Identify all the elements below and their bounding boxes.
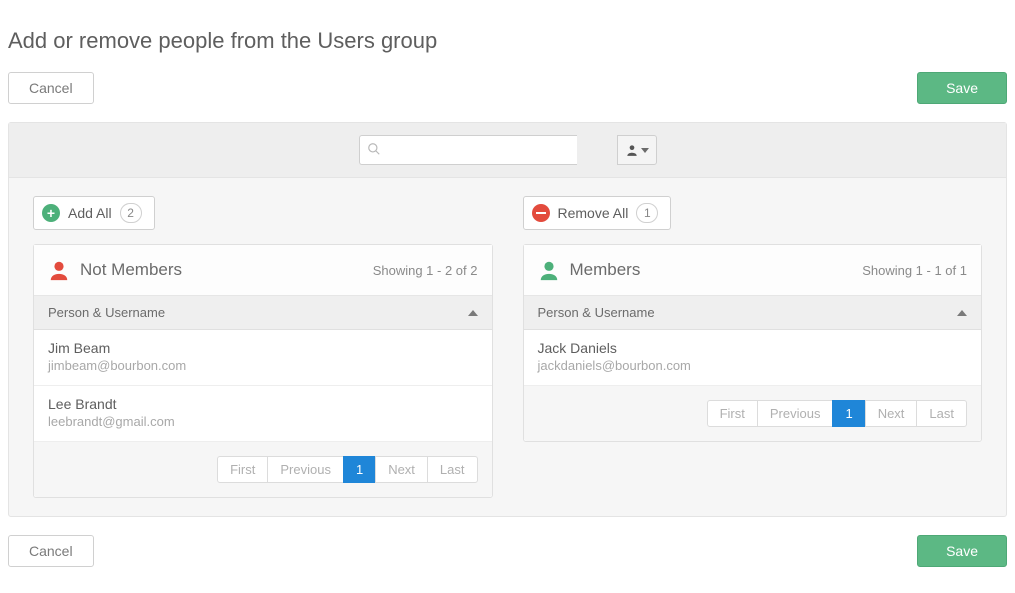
members-rows: Jack Daniels jackdaniels@bourbon.com [524,330,982,385]
search-bar [9,123,1006,178]
members-pager: First Previous 1 Next Last [524,385,982,441]
save-button[interactable]: Save [917,535,1007,567]
page-title: Add or remove people from the Users grou… [8,28,1007,54]
list-item[interactable]: Jim Beam jimbeam@bourbon.com [34,330,492,386]
person-name: Lee Brandt [48,396,478,412]
not-members-rows: Jim Beam jimbeam@bourbon.com Lee Brandt lee… [34,330,492,441]
add-all-count: 2 [120,203,142,223]
list-item[interactable]: Lee Brandt leebrandt@gmail.com [34,386,492,441]
person-name: Jack Daniels [538,340,968,356]
pager-last[interactable]: Last [916,400,967,427]
remove-all-label: Remove All [558,205,629,221]
top-button-row: Cancel Save [8,72,1007,104]
list-item[interactable]: Jack Daniels jackdaniels@bourbon.com [524,330,982,385]
person-email: jackdaniels@bourbon.com [538,358,968,373]
remove-all-button[interactable]: Remove All 1 [523,196,672,230]
not-members-status: Showing 1 - 2 of 2 [373,263,478,278]
person-name: Jim Beam [48,340,478,356]
column-header-label: Person & Username [538,305,655,320]
save-button[interactable]: Save [917,72,1007,104]
not-members-header: Not Members Showing 1 - 2 of 2 [34,245,492,296]
not-members-column: + Add All 2 Not Members Showing 1 - 2 of… [33,196,493,498]
remove-all-count: 1 [636,203,658,223]
pager-page-1[interactable]: 1 [343,456,376,483]
not-members-pager: First Previous 1 Next Last [34,441,492,497]
members-column-header[interactable]: Person & Username [524,296,982,330]
bottom-button-row: Cancel Save [8,535,1007,567]
pager-first[interactable]: First [707,400,758,427]
plus-circle-icon: + [42,204,60,222]
pager-previous[interactable]: Previous [757,400,834,427]
pager-previous[interactable]: Previous [267,456,344,483]
add-all-label: Add All [68,205,112,221]
pager-next[interactable]: Next [865,400,918,427]
person-email: jimbeam@bourbon.com [48,358,478,373]
search-input[interactable] [359,135,577,165]
pager-next[interactable]: Next [375,456,428,483]
person-red-icon [48,259,70,281]
minus-circle-icon [532,204,550,222]
pager-last[interactable]: Last [427,456,478,483]
person-icon [625,143,639,157]
cancel-button[interactable]: Cancel [8,72,94,104]
cancel-button[interactable]: Cancel [8,535,94,567]
chevron-down-icon [641,148,649,153]
search-filter-dropdown[interactable] [617,135,657,165]
sort-asc-icon [957,310,967,316]
person-green-icon [538,259,560,281]
members-column: Remove All 1 Members Showing 1 - 1 of 1 [523,196,983,498]
column-header-label: Person & Username [48,305,165,320]
pager-page-1[interactable]: 1 [832,400,865,427]
members-title: Members [570,260,641,280]
not-members-panel: Not Members Showing 1 - 2 of 2 Person & … [33,244,493,498]
columns: + Add All 2 Not Members Showing 1 - 2 of… [9,178,1006,498]
add-all-button[interactable]: + Add All 2 [33,196,155,230]
search-wrap [359,135,657,165]
sort-asc-icon [468,310,478,316]
main-panel: + Add All 2 Not Members Showing 1 - 2 of… [8,122,1007,517]
members-header: Members Showing 1 - 1 of 1 [524,245,982,296]
search-icon [367,142,381,156]
person-email: leebrandt@gmail.com [48,414,478,429]
members-status: Showing 1 - 1 of 1 [862,263,967,278]
not-members-title: Not Members [80,260,182,280]
not-members-column-header[interactable]: Person & Username [34,296,492,330]
pager-first[interactable]: First [217,456,268,483]
members-panel: Members Showing 1 - 1 of 1 Person & User… [523,244,983,442]
